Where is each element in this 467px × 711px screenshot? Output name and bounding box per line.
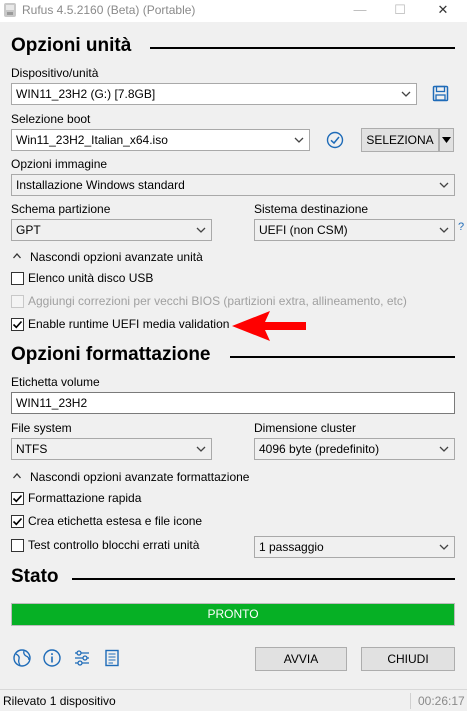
volume-label-input[interactable] <box>12 393 454 413</box>
list-usb-label: Elenco unità disco USB <box>28 271 154 285</box>
boot-value: Win11_23H2_Italian_x64.iso <box>16 133 168 147</box>
chevron-down-icon <box>294 137 304 143</box>
help-icon[interactable]: ? <box>458 221 464 233</box>
extended-label-checkbox[interactable] <box>11 515 24 528</box>
progress-bar: PRONTO <box>11 603 455 626</box>
settings-sliders-icon[interactable] <box>72 648 92 668</box>
advanced-drive-toggle[interactable]: Nascondi opzioni avanzate unità <box>30 250 203 264</box>
file-system-select[interactable]: NTFS <box>11 438 212 460</box>
chevron-down-icon <box>439 227 449 233</box>
red-arrow-annotation <box>232 311 306 341</box>
section-divider <box>150 47 455 49</box>
boot-select[interactable]: Win11_23H2_Italian_x64.iso <box>11 129 310 151</box>
partition-scheme-value: GPT <box>16 223 41 237</box>
title-bar: Rufus 4.5.2160 (Beta) (Portable) — ☐ ✕ <box>0 0 467 22</box>
boot-selection-label: Selezione boot <box>11 112 91 126</box>
uefi-validation-label: Enable runtime UEFI media validation <box>28 317 230 331</box>
chevron-down-icon <box>196 446 206 452</box>
section-divider <box>230 356 455 358</box>
passes-value: 1 passaggio <box>259 540 324 554</box>
bad-blocks-checkbox[interactable] <box>11 539 24 552</box>
passes-select[interactable]: 1 passaggio <box>254 536 455 558</box>
window-title: Rufus 4.5.2160 (Beta) (Portable) <box>22 3 196 17</box>
bios-fixes-checkbox[interactable] <box>11 295 24 308</box>
device-label: Dispositivo/unità <box>11 66 99 80</box>
bios-fixes-label: Aggiungi correzioni per vecchi BIOS (par… <box>28 294 407 308</box>
image-option-value: Installazione Windows standard <box>16 178 185 192</box>
checkmark-icon <box>12 320 23 329</box>
file-system-label: File system <box>11 421 72 435</box>
status-bar: Rilevato 1 dispositivo 00:26:17 <box>0 689 467 711</box>
checksum-check-icon[interactable] <box>326 131 344 149</box>
select-image-button[interactable]: SELEZIONA <box>361 128 439 152</box>
chevron-down-icon <box>401 91 411 97</box>
device-value: WIN11_23H2 (G:) [7.8GB] <box>16 87 156 101</box>
quick-format-label: Formattazione rapida <box>28 491 142 505</box>
elapsed-time: 00:26:17 <box>418 694 465 708</box>
minimize-button[interactable]: — <box>342 0 378 22</box>
image-option-select[interactable]: Installazione Windows standard <box>11 174 455 196</box>
close-window-button[interactable]: ✕ <box>425 0 461 22</box>
chevron-up-icon[interactable] <box>12 251 22 261</box>
target-system-label: Sistema destinazione <box>254 202 369 216</box>
format-options-title: Opzioni formattazione <box>11 344 211 365</box>
uefi-validation-checkbox[interactable] <box>11 318 24 331</box>
target-system-value: UEFI (non CSM) <box>259 223 348 237</box>
partition-scheme-label: Schema partizione <box>11 202 111 216</box>
volume-label-field[interactable] <box>11 392 455 414</box>
checkmark-icon <box>12 517 23 526</box>
chevron-down-icon <box>439 446 449 452</box>
cluster-size-label: Dimensione cluster <box>254 421 357 435</box>
status-separator <box>410 693 411 709</box>
chevron-down-icon <box>196 227 206 233</box>
volume-label-label: Etichetta volume <box>11 375 100 389</box>
save-icon[interactable] <box>432 85 449 102</box>
section-divider <box>72 578 455 580</box>
info-icon[interactable] <box>42 648 62 668</box>
status-title: Stato <box>11 566 59 587</box>
chevron-down-icon <box>442 137 451 143</box>
start-button[interactable]: AVVIA <box>255 647 347 671</box>
progress-status-text: PRONTO <box>207 607 259 621</box>
chevron-up-icon[interactable] <box>12 471 22 481</box>
bad-blocks-label: Test controllo blocchi errati unità <box>28 538 200 552</box>
chevron-down-icon <box>439 544 449 550</box>
device-select[interactable]: WIN11_23H2 (G:) [7.8GB] <box>11 83 417 105</box>
extended-label-label: Crea etichetta estesa e file icone <box>28 514 203 528</box>
status-message: Rilevato 1 dispositivo <box>3 694 116 708</box>
maximize-button[interactable]: ☐ <box>382 0 418 22</box>
quick-format-checkbox[interactable] <box>11 492 24 505</box>
target-system-select[interactable]: UEFI (non CSM) <box>254 219 455 241</box>
close-button[interactable]: CHIUDI <box>361 647 455 671</box>
select-dropdown-button[interactable] <box>439 128 454 152</box>
advanced-format-toggle[interactable]: Nascondi opzioni avanzate formattazione <box>30 470 249 484</box>
cluster-size-value: 4096 byte (predefinito) <box>259 442 380 456</box>
drive-options-title: Opzioni unità <box>11 35 132 56</box>
file-system-value: NTFS <box>16 442 48 456</box>
language-globe-icon[interactable] <box>12 648 32 668</box>
partition-scheme-select[interactable]: GPT <box>11 219 212 241</box>
list-usb-checkbox[interactable] <box>11 272 24 285</box>
chevron-down-icon <box>439 182 449 188</box>
image-option-label: Opzioni immagine <box>11 157 108 171</box>
cluster-size-select[interactable]: 4096 byte (predefinito) <box>254 438 455 460</box>
log-document-icon[interactable] <box>102 648 122 668</box>
checkmark-icon <box>12 494 23 503</box>
rufus-app-icon <box>4 3 16 17</box>
